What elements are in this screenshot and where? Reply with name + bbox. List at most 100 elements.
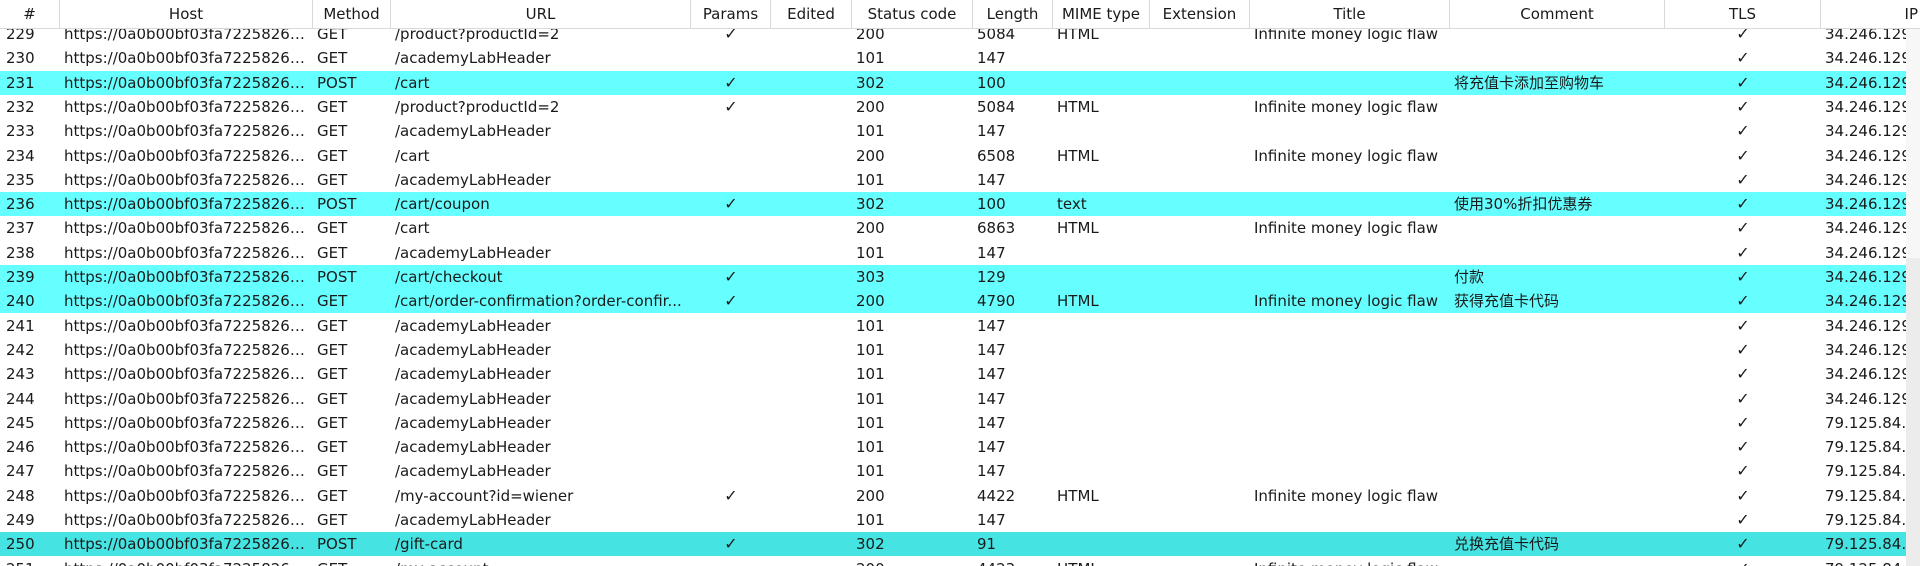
table-row[interactable]: 241 https://0a0b00bf03fa72258269a... GET/a… xyxy=(0,314,1920,338)
table-row[interactable]: 245 https://0a0b00bf03fa72258269a... GET/a… xyxy=(0,411,1920,435)
row-comment xyxy=(1450,216,1665,240)
column-header-number[interactable]: # xyxy=(0,0,60,28)
table-row[interactable]: 247 https://0a0b00bf03fa72258269a... GET/a… xyxy=(0,459,1920,483)
vertical-scrollbar-thumb[interactable] xyxy=(1906,258,1920,566)
row-number: 232 xyxy=(6,98,35,116)
row-number: 243 xyxy=(6,365,35,383)
row-extension xyxy=(1150,144,1250,168)
row-mime-type: HTML xyxy=(1053,557,1150,566)
table-row[interactable]: 249 https://0a0b00bf03fa72258269a... GET/a… xyxy=(0,508,1920,532)
table-row[interactable]: 230 https://0a0b00bf03fa72258269a... GET/a… xyxy=(0,46,1920,70)
table-row[interactable]: 243 https://0a0b00bf03fa72258269a... GET/a… xyxy=(0,362,1920,386)
row-url: /academyLabHeader xyxy=(395,390,551,408)
row-status-code: 200 xyxy=(856,487,885,505)
column-header-host[interactable]: Host xyxy=(60,0,313,28)
row-comment xyxy=(1450,362,1665,386)
table-row[interactable]: 240 https://0a0b00bf03fa72258269a... GET/c… xyxy=(0,289,1920,313)
row-length: 147 xyxy=(977,49,1006,67)
row-tls-check-icon: ✓ xyxy=(1736,170,1750,189)
table-row[interactable]: 235 https://0a0b00bf03fa72258269a... GET/a… xyxy=(0,168,1920,192)
row-tls-check-icon: ✓ xyxy=(1736,267,1750,286)
row-method: GET xyxy=(317,462,348,480)
row-title: Infinite money logic flaw xyxy=(1254,292,1439,310)
table-row[interactable]: 232 https://0a0b00bf03fa72258269a... GET/p… xyxy=(0,95,1920,119)
row-title: Infinite money logic flaw xyxy=(1254,147,1439,165)
column-header-title[interactable]: Title xyxy=(1250,0,1450,28)
row-params xyxy=(691,387,771,411)
vertical-scrollbar-track[interactable] xyxy=(1906,0,1920,258)
row-url: /cart/order-confirmation?order-confir... xyxy=(395,292,682,310)
row-mime-type xyxy=(1053,387,1150,411)
table-row[interactable]: 231 https://0a0b00bf03fa72258269a... POST /… xyxy=(0,71,1920,95)
column-header-mime-type[interactable]: MIME type xyxy=(1053,0,1150,28)
row-url: /cart xyxy=(395,219,430,237)
row-mime-type: HTML xyxy=(1057,98,1099,116)
row-mime-type: text xyxy=(1057,195,1087,213)
column-header-edited[interactable]: Edited xyxy=(771,0,852,28)
column-header-length[interactable]: Length xyxy=(973,0,1053,28)
row-edited xyxy=(771,387,852,411)
row-title xyxy=(1250,459,1450,483)
row-host: https://0a0b00bf03fa72258269a... xyxy=(64,49,313,67)
table-row[interactable]: 237 https://0a0b00bf03fa72258269a... GET/c… xyxy=(0,216,1920,240)
column-header-method[interactable]: Method xyxy=(313,0,391,28)
row-host: https://0a0b00bf03fa72258269a... xyxy=(60,557,313,566)
table-row[interactable]: 233 https://0a0b00bf03fa72258269a... GET/a… xyxy=(0,119,1920,143)
row-params xyxy=(691,411,771,435)
column-header-tls[interactable]: TLS xyxy=(1665,0,1821,28)
row-number: 245 xyxy=(6,414,35,432)
row-length: 100 xyxy=(977,195,1006,213)
row-length: 100 xyxy=(977,74,1006,92)
row-length: 147 xyxy=(977,244,1006,262)
row-host: https://0a0b00bf03fa72258269a... xyxy=(64,390,313,408)
table-row[interactable]: 244 https://0a0b00bf03fa72258269a... GET/a… xyxy=(0,387,1920,411)
row-edited xyxy=(771,314,852,338)
column-header-ip[interactable]: IP xyxy=(1821,0,1920,28)
row-tls-check-icon: ✓ xyxy=(1736,316,1750,335)
row-length: 147 xyxy=(977,438,1006,456)
row-params xyxy=(691,144,771,168)
row-host: https://0a0b00bf03fa72258269a... xyxy=(64,147,313,165)
row-number: 246 xyxy=(6,438,35,456)
row-url: /academyLabHeader xyxy=(395,341,551,359)
table-row[interactable]: 234 https://0a0b00bf03fa72258269a... GET/c… xyxy=(0,144,1920,168)
row-extension xyxy=(1150,71,1250,95)
row-method: GET xyxy=(317,244,348,262)
row-extension xyxy=(1150,338,1250,362)
row-length: 4790 xyxy=(977,292,1016,310)
table-row[interactable]: 251https://0a0b00bf03fa72258269a...GET/m… xyxy=(0,557,1920,566)
row-status-code: 303 xyxy=(856,268,885,286)
row-length: 4423 xyxy=(973,557,1053,566)
column-header-extension[interactable]: Extension xyxy=(1150,0,1250,28)
row-number: 244 xyxy=(6,390,35,408)
table-row[interactable]: 239 https://0a0b00bf03fa72258269a... POST /… xyxy=(0,265,1920,289)
column-header-status-code[interactable]: Status code xyxy=(852,0,973,28)
row-edited xyxy=(771,362,852,386)
row-method: GET xyxy=(313,557,391,566)
row-length: 147 xyxy=(977,511,1006,529)
row-mime-type xyxy=(1053,46,1150,70)
http-history-table: # Host Method URL Params Edited Status c… xyxy=(0,0,1920,566)
row-edited xyxy=(771,557,852,566)
row-tls-check-icon: ✓ xyxy=(1736,340,1750,359)
table-row[interactable]: 248 https://0a0b00bf03fa72258269a... GET/m… xyxy=(0,484,1920,508)
row-tls-check-icon: ✓ xyxy=(1736,48,1750,67)
row-comment xyxy=(1450,387,1665,411)
row-number: 248 xyxy=(6,487,35,505)
row-host: https://0a0b00bf03fa72258269a... xyxy=(64,171,313,189)
column-header-params[interactable]: Params xyxy=(691,0,771,28)
table-row[interactable]: 236 https://0a0b00bf03fa72258269a... POST /… xyxy=(0,192,1920,216)
column-header-comment[interactable]: Comment xyxy=(1450,0,1665,28)
row-url: /my-account xyxy=(391,557,691,566)
row-mime-type xyxy=(1053,119,1150,143)
table-row[interactable]: 250 https://0a0b00bf03fa72258269a... POST /… xyxy=(0,532,1920,556)
row-edited xyxy=(771,484,852,508)
table-row[interactable]: 238 https://0a0b00bf03fa72258269a... GET/a… xyxy=(0,241,1920,265)
row-params xyxy=(691,362,771,386)
table-row[interactable]: 246 https://0a0b00bf03fa72258269a... GET/a… xyxy=(0,435,1920,459)
column-header-url[interactable]: URL xyxy=(391,0,691,28)
row-edited xyxy=(771,46,852,70)
row-status-code: 101 xyxy=(856,171,885,189)
row-host: https://0a0b00bf03fa72258269a... xyxy=(64,98,313,116)
table-row[interactable]: 242 https://0a0b00bf03fa72258269a... GET/a… xyxy=(0,338,1920,362)
